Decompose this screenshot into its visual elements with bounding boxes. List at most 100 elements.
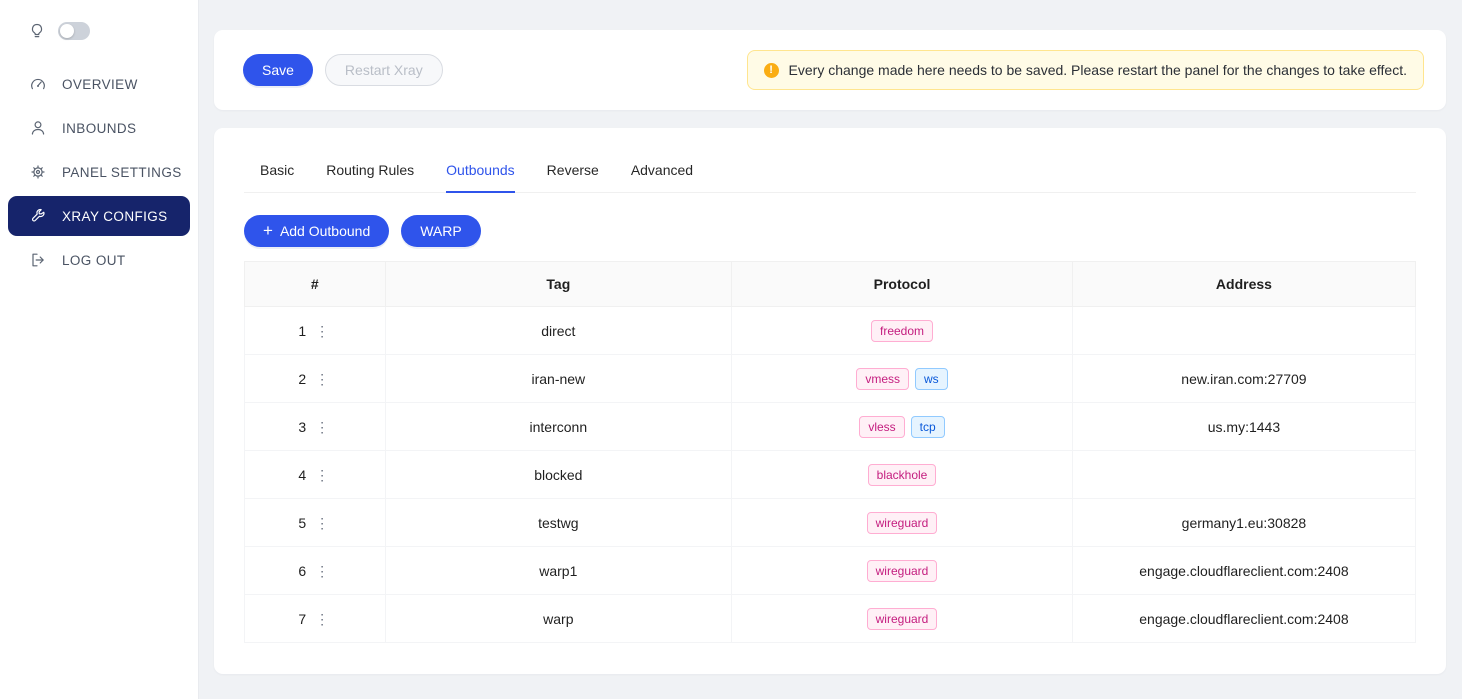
sidebar: OVERVIEW INBOUNDS PANEL SETTINGS XRAY CONFI… [0,0,199,699]
protocol-cell: freedom [732,307,1073,355]
row-number: 5 [298,515,306,531]
main-area: Save Restart Xray ! Every change made he… [199,0,1462,699]
outbounds-table: #TagProtocolAddress 1⋮directfreedom2⋮ira… [244,261,1416,643]
address-cell [1072,451,1415,499]
toolbar-card: Save Restart Xray ! Every change made he… [214,30,1446,110]
table-row: 5⋮testwgwireguardgermany1.eu:30828 [245,499,1416,547]
row-menu-icon[interactable]: ⋮ [313,562,331,580]
outbound-actions: + Add Outbound WARP [244,215,1416,247]
tag-cell: interconn [385,403,732,451]
row-number-cell: 6⋮ [245,547,386,595]
protocol-badge: wireguard [867,512,938,534]
row-number: 7 [298,611,306,627]
row-number-cell: 1⋮ [245,307,386,355]
address-cell [1072,307,1415,355]
sidebar-menu: OVERVIEW INBOUNDS PANEL SETTINGS XRAY CONFI… [0,64,198,280]
dashboard-icon [29,76,46,92]
row-menu-icon[interactable]: ⋮ [313,466,331,484]
row-number-cell: 5⋮ [245,499,386,547]
tag-cell: iran-new [385,355,732,403]
add-outbound-label: Add Outbound [280,223,370,239]
theme-toggle-row [0,22,198,40]
row-menu-icon[interactable]: ⋮ [313,610,331,628]
warp-button[interactable]: WARP [401,215,480,247]
tag-cell: warp [385,595,732,643]
row-number: 4 [298,467,306,483]
address-cell: new.iran.com:27709 [1072,355,1415,403]
address-cell: engage.cloudflareclient.com:2408 [1072,595,1415,643]
toolbar-buttons: Save Restart Xray [243,54,443,86]
lightbulb-icon [29,23,45,39]
tab-basic[interactable]: Basic [260,156,294,193]
protocol-badge: freedom [871,320,933,342]
logout-icon [29,252,46,268]
protocol-cell: blackhole [732,451,1073,499]
row-menu-icon[interactable]: ⋮ [313,370,331,388]
protocol-badge: wireguard [867,608,938,630]
warning-icon: ! [764,63,779,78]
warning-alert-text: Every change made here needs to be saved… [789,62,1407,78]
row-menu-icon[interactable]: ⋮ [313,322,331,340]
table-row: 7⋮warpwireguardengage.cloudflareclient.c… [245,595,1416,643]
tag-cell: warp1 [385,547,732,595]
table-header-row: #TagProtocolAddress [245,262,1416,307]
restart-xray-button[interactable]: Restart Xray [325,54,443,86]
address-cell: us.my:1443 [1072,403,1415,451]
protocol-badge: tcp [911,416,945,438]
tab-outbounds[interactable]: Outbounds [446,156,515,193]
sidebar-item-label: XRAY CONFIGS [62,209,168,224]
address-cell: engage.cloudflareclient.com:2408 [1072,547,1415,595]
xray-configs-card: Basic Routing Rules Outbounds Reverse Advanc… [214,128,1446,674]
column-header-tag: Tag [385,262,732,307]
row-menu-icon[interactable]: ⋮ [313,418,331,436]
protocol-cell: vless tcp [732,403,1073,451]
protocol-cell: wireguard [732,499,1073,547]
address-cell: germany1.eu:30828 [1072,499,1415,547]
protocol-badge: blackhole [868,464,937,486]
tab-routing-rules[interactable]: Routing Rules [326,156,414,193]
table-row: 1⋮directfreedom [245,307,1416,355]
warning-alert: ! Every change made here needs to be sav… [747,50,1424,90]
protocol-cell: wireguard [732,595,1073,643]
tag-cell: blocked [385,451,732,499]
row-number-cell: 4⋮ [245,451,386,499]
toggle-knob [60,24,74,38]
row-number-cell: 7⋮ [245,595,386,643]
row-menu-icon[interactable]: ⋮ [313,514,331,532]
row-number: 2 [298,371,306,387]
column-header-protocol: Protocol [732,262,1073,307]
protocol-badge: wireguard [867,560,938,582]
sidebar-item-overview[interactable]: OVERVIEW [0,64,198,104]
gear-icon [29,164,46,180]
wrench-icon [29,208,46,224]
row-number-cell: 2⋮ [245,355,386,403]
theme-toggle[interactable] [58,22,90,40]
table-row: 4⋮blockedblackhole [245,451,1416,499]
sidebar-item-log-out[interactable]: LOG OUT [0,240,198,280]
table-row: 6⋮warp1wireguardengage.cloudflareclient.… [245,547,1416,595]
add-outbound-button[interactable]: + Add Outbound [244,215,389,247]
row-number: 6 [298,563,306,579]
column-header-address: Address [1072,262,1415,307]
row-number: 3 [298,419,306,435]
row-number: 1 [298,323,306,339]
protocol-badge: vless [859,416,904,438]
protocol-badge: vmess [856,368,909,390]
sidebar-item-inbounds[interactable]: INBOUNDS [0,108,198,148]
sidebar-item-label: INBOUNDS [62,121,136,136]
table-row: 2⋮iran-newvmesswsnew.iran.com:27709 [245,355,1416,403]
save-button[interactable]: Save [243,54,313,86]
sidebar-item-label: LOG OUT [62,253,126,268]
tab-reverse[interactable]: Reverse [547,156,599,193]
sidebar-item-xray-configs[interactable]: XRAY CONFIGS [8,196,190,236]
protocol-cell: wireguard [732,547,1073,595]
tag-cell: testwg [385,499,732,547]
row-number-cell: 3⋮ [245,403,386,451]
tab-advanced[interactable]: Advanced [631,156,693,193]
column-header-num: # [245,262,386,307]
protocol-badge: ws [915,368,948,390]
sidebar-item-panel-settings[interactable]: PANEL SETTINGS [0,152,198,192]
plus-icon: + [263,222,273,239]
inbounds-user-icon [29,120,46,136]
protocol-cell: vmessws [732,355,1073,403]
